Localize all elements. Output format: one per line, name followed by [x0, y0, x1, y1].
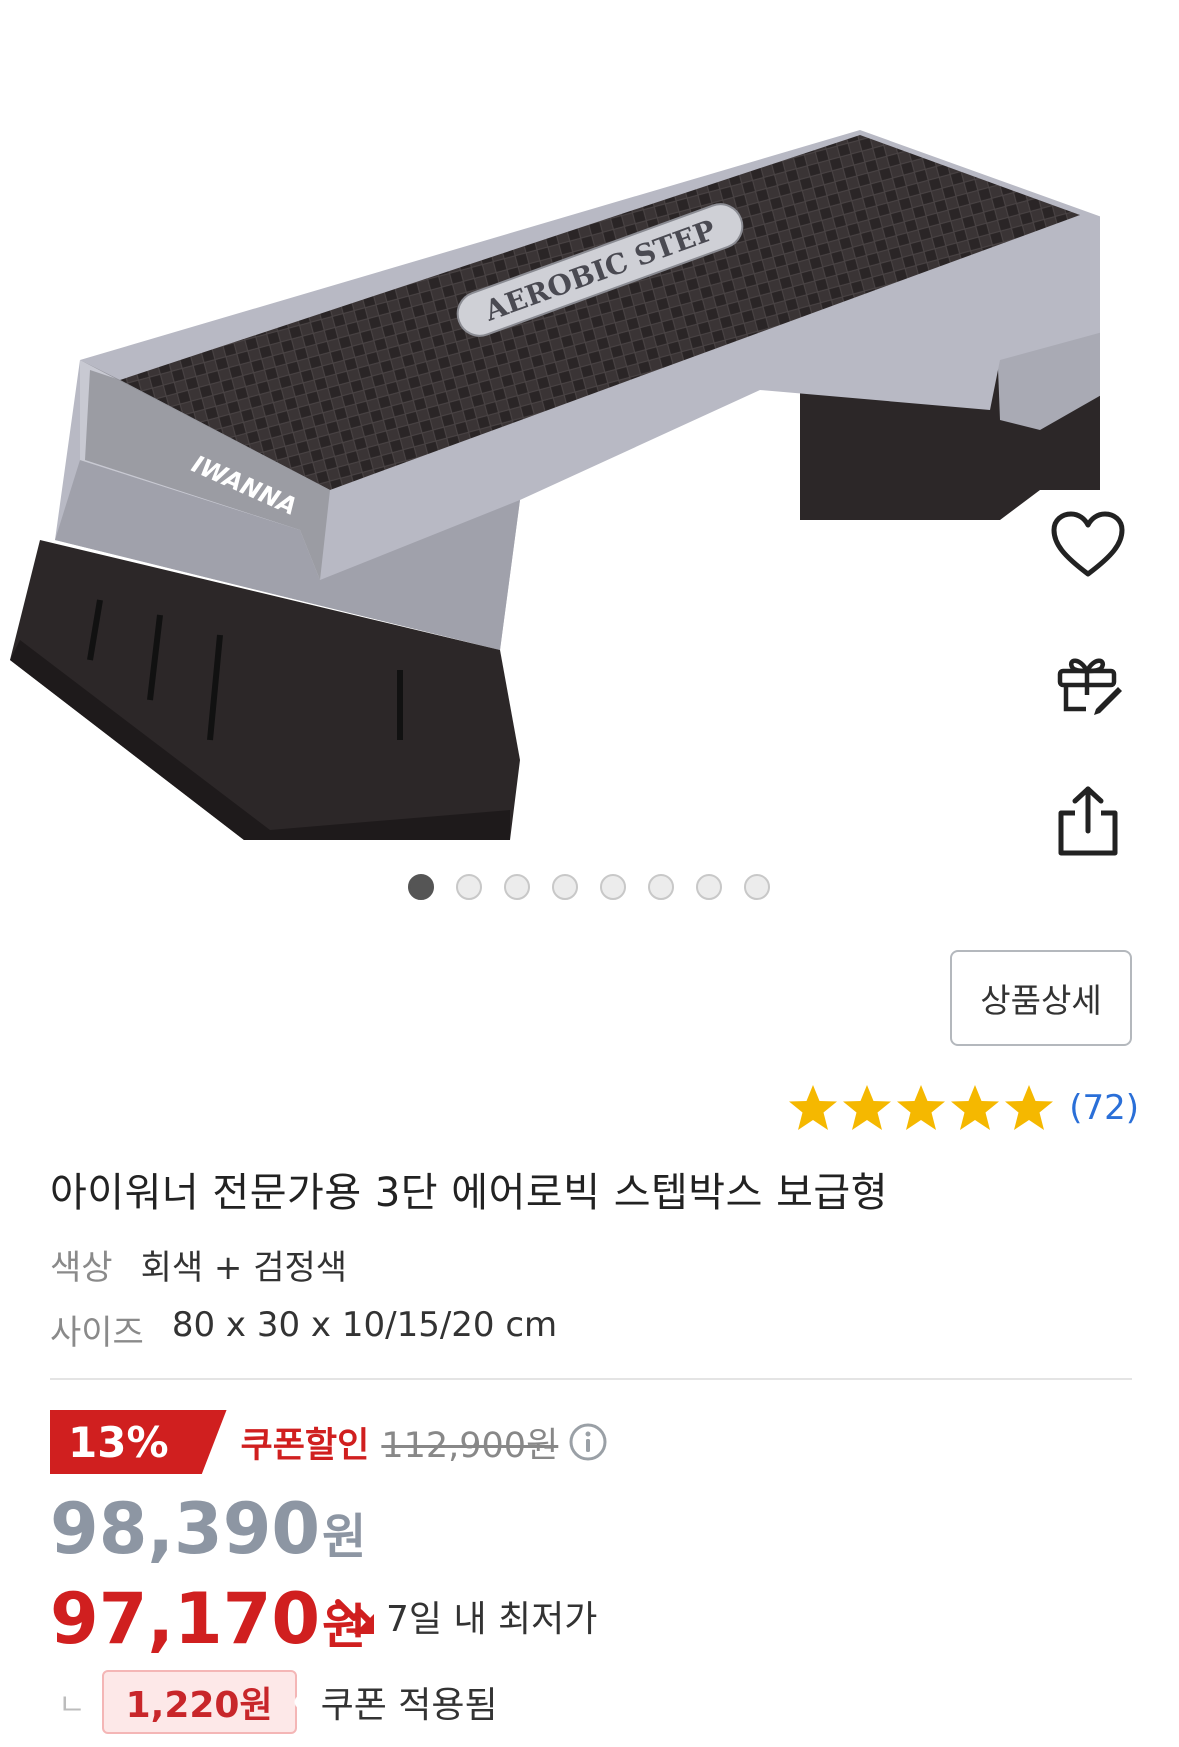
- star-rating: [787, 1083, 1055, 1133]
- carousel-dot[interactable]: [504, 874, 530, 900]
- final-price-amount: 97,170: [50, 1578, 321, 1660]
- product-image-carousel[interactable]: AEROBIC STEP IWANNA: [0, 0, 1179, 920]
- final-price: 97,170 원: [50, 1578, 366, 1660]
- sale-price-unit: 원: [322, 1509, 367, 1565]
- carousel-pagination: [408, 874, 770, 900]
- option-color: 색상 회색 + 검정색: [50, 1240, 347, 1289]
- option-value: 80 x 30 x 10/15/20 cm: [171, 1305, 558, 1345]
- product-detail-button[interactable]: 상품상세: [950, 950, 1132, 1046]
- sale-price-amount: 98,390: [50, 1488, 321, 1570]
- product-title: 아이워너 전문가용 3단 에어로빅 스텝박스 보급형: [50, 1170, 889, 1216]
- star-icon: [789, 1085, 838, 1130]
- lowest-price-label: 7일 내 최저가: [386, 1599, 598, 1640]
- option-label: 색상: [50, 1248, 113, 1288]
- lowest-price-badge: 7일 내 최저가: [334, 1590, 597, 1642]
- wishlist-button[interactable]: [1043, 500, 1133, 590]
- original-price: 112,900원: [381, 1425, 559, 1466]
- divider: [50, 1378, 1132, 1380]
- trend-down-icon: [335, 1599, 374, 1634]
- rating[interactable]: (72): [787, 1083, 1139, 1133]
- star-icon: [951, 1085, 1000, 1130]
- discount-row: 13% 쿠폰할인 112,900원: [50, 1410, 608, 1474]
- coupon-applied-label: 쿠폰 적용됨: [320, 1685, 498, 1726]
- option-label: 사이즈: [50, 1313, 144, 1353]
- info-icon[interactable]: [568, 1422, 608, 1462]
- coupon-amount-chip: 1,220원: [101, 1670, 301, 1734]
- star-icon: [843, 1085, 892, 1130]
- gift-icon: [1057, 658, 1122, 715]
- carousel-dot[interactable]: [696, 874, 722, 900]
- heart-icon: [1051, 511, 1125, 577]
- coupon-discount-label: 쿠폰할인: [240, 1425, 370, 1466]
- carousel-dot[interactable]: [552, 874, 578, 900]
- review-count-link[interactable]: (72): [1069, 1088, 1139, 1128]
- carousel-dot[interactable]: [648, 874, 674, 900]
- carousel-dot[interactable]: [600, 874, 626, 900]
- discount-badge: 13%: [50, 1410, 227, 1474]
- product-image: AEROBIC STEP IWANNA: [10, 130, 1100, 840]
- carousel-dot[interactable]: [456, 874, 482, 900]
- option-size: 사이즈 80 x 30 x 10/15/20 cm: [50, 1305, 557, 1354]
- share-icon: [1058, 786, 1118, 856]
- star-icon: [897, 1085, 946, 1130]
- gift-button[interactable]: [1043, 638, 1133, 728]
- carousel-dot[interactable]: [744, 874, 770, 900]
- star-icon: [1005, 1085, 1054, 1130]
- option-value: 회색 + 검정색: [140, 1248, 348, 1288]
- carousel-dot[interactable]: [408, 874, 434, 900]
- coupon-row: ㄴ 1,220원 쿠폰 적용됨: [50, 1670, 498, 1734]
- sale-price: 98,390 원: [50, 1488, 366, 1570]
- branch-mark: ㄴ: [58, 1688, 86, 1723]
- share-button[interactable]: [1043, 776, 1133, 866]
